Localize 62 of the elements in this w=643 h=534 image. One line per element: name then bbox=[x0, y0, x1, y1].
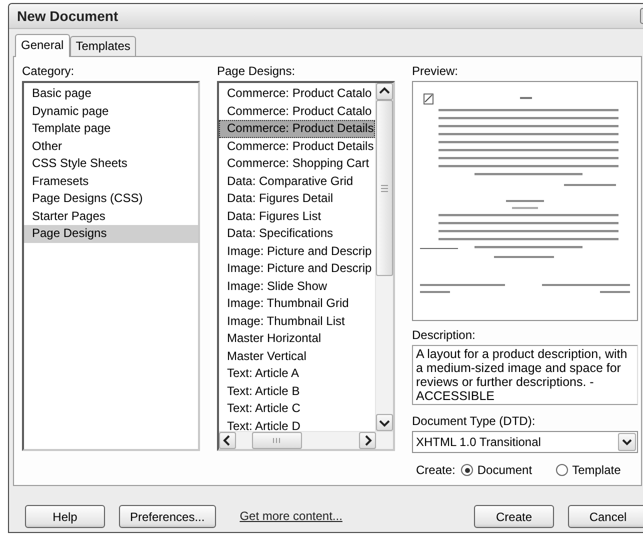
list-item[interactable]: Data: Comparative Grid bbox=[219, 172, 375, 190]
field-label: Create: bbox=[416, 463, 456, 477]
scroll-left-button[interactable] bbox=[219, 432, 236, 449]
description-box: A layout for a product description, with a medium-sized image and space for reviews or further descriptions. - ACCESSIBLE bbox=[412, 345, 638, 405]
list-item[interactable]: Text: Article A bbox=[219, 365, 375, 382]
list-item[interactable]: Commerce: Product Details bbox=[219, 138, 375, 155]
field-label: Description: bbox=[412, 327, 476, 344]
radio-button[interactable] bbox=[556, 464, 568, 476]
window-title: New Document bbox=[17, 8, 118, 24]
list-item[interactable]: Image: Thumbnail List bbox=[219, 312, 375, 330]
list-item[interactable]: Template page bbox=[24, 120, 198, 138]
list-item[interactable]: Commerce: Product Catalo bbox=[219, 85, 375, 102]
dialog-button[interactable]: Help bbox=[25, 505, 105, 528]
list-item[interactable]: Starter Pages bbox=[24, 208, 198, 225]
tab[interactable]: Templates bbox=[70, 36, 136, 56]
field-label: Page Designs: bbox=[217, 63, 296, 80]
list-item[interactable]: Image: Thumbnail Grid bbox=[219, 295, 375, 312]
list-item[interactable]: Framesets bbox=[24, 172, 198, 190]
list-item[interactable]: Image: Picture and Descrip bbox=[219, 260, 375, 278]
scroll-down-button[interactable] bbox=[376, 414, 393, 431]
list-item[interactable]: Data: Figures Detail bbox=[219, 190, 375, 208]
dropdown-value: XHTML 1.0 Transitional bbox=[416, 435, 541, 449]
list-item[interactable]: Data: Figures List bbox=[219, 208, 375, 225]
scroll-thumb[interactable] bbox=[252, 432, 302, 449]
list-item[interactable]: Master Vertical bbox=[219, 348, 375, 365]
scroll-right-button[interactable] bbox=[359, 432, 376, 449]
tab[interactable]: General bbox=[15, 34, 70, 57]
link[interactable]: Get more content... bbox=[240, 505, 342, 528]
field-label: Category: bbox=[22, 63, 76, 80]
dialog-button[interactable]: Cancel bbox=[568, 505, 643, 528]
horizontal-scrollbar[interactable] bbox=[219, 431, 393, 449]
list-item[interactable]: Image: Slide Show bbox=[219, 278, 375, 295]
list-item[interactable]: Commerce: Product Catalo bbox=[219, 102, 375, 120]
list-item[interactable]: Basic page bbox=[24, 85, 198, 102]
list-item[interactable]: Page Designs bbox=[24, 225, 198, 242]
list-item[interactable]: Master Horizontal bbox=[219, 330, 375, 348]
list-item[interactable]: Commerce: Shopping Cart bbox=[219, 155, 375, 172]
list-item[interactable]: Dynamic page bbox=[24, 102, 198, 120]
list-item[interactable]: Page Designs (CSS) bbox=[24, 190, 198, 208]
document-type-dropdown[interactable]: XHTML 1.0 Transitional bbox=[412, 431, 638, 453]
list-item[interactable]: CSS Style Sheets bbox=[24, 155, 198, 172]
list-item[interactable]: Text: Article C bbox=[219, 400, 375, 418]
list-item[interactable]: Text: Article D bbox=[219, 418, 375, 431]
radio-button[interactable] bbox=[461, 464, 474, 476]
list-item[interactable]: Data: Specifications bbox=[219, 225, 375, 242]
radio-label[interactable]: Template bbox=[572, 463, 621, 477]
field-label: Preview: bbox=[412, 63, 460, 80]
radio-option[interactable]: Document bbox=[461, 463, 532, 477]
page-designs-list[interactable] bbox=[217, 81, 395, 451]
vertical-scrollbar[interactable] bbox=[375, 83, 393, 431]
dialog-button[interactable]: Create bbox=[474, 505, 554, 528]
list-item[interactable]: Text: Article B bbox=[219, 382, 375, 400]
category-list[interactable]: Basic page Dynamic page Template page Other CSS Style Sheets Framesets Page Designs (CSS) Starter Pages Page Designs bbox=[22, 81, 200, 451]
dialog-button[interactable]: Preferences... bbox=[119, 505, 216, 528]
radio-option[interactable]: Template bbox=[556, 463, 621, 477]
list-item[interactable]: Image: Picture and Descrip bbox=[219, 242, 375, 260]
list-item[interactable]: Commerce: Product Details bbox=[219, 120, 375, 138]
scroll-thumb[interactable] bbox=[376, 100, 393, 276]
scroll-up-button[interactable] bbox=[376, 83, 393, 100]
list-item[interactable]: Other bbox=[24, 138, 198, 155]
field-label: Document Type (DTD): bbox=[412, 413, 536, 430]
radio-label[interactable]: Document bbox=[477, 463, 532, 477]
